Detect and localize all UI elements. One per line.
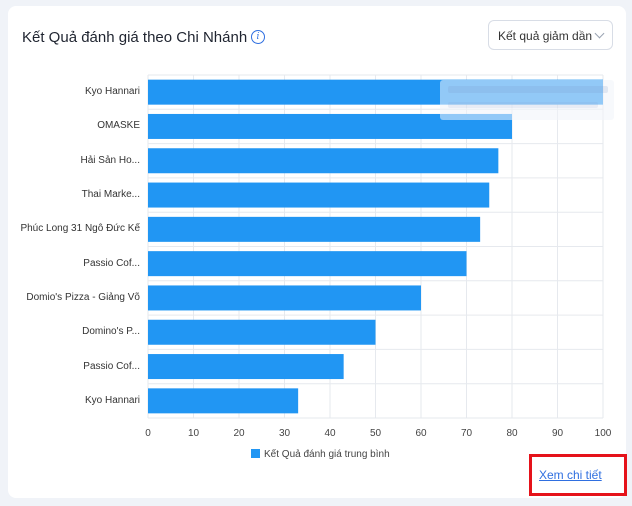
tooltip-line: [448, 102, 598, 108]
x-tick-label: 40: [324, 428, 336, 439]
x-tick-label: 50: [369, 428, 382, 439]
bar[interactable]: [148, 182, 490, 208]
x-tick-label: 60: [415, 428, 427, 439]
bar[interactable]: [148, 285, 421, 311]
y-tick-label: Hải Sản Ho...: [80, 154, 140, 166]
y-tick-label: Kyo Hannari: [84, 394, 140, 406]
legend-label: Kết Quả đánh giá trung bình: [264, 449, 390, 460]
y-tick-label: Thai Marke...: [81, 189, 140, 201]
y-tick-label: Kyo Hannari: [84, 86, 140, 98]
bar[interactable]: [148, 251, 467, 277]
y-tick-label: Domio's Pizza - Giảng Võ: [26, 291, 140, 303]
bar[interactable]: [148, 388, 299, 414]
bar[interactable]: [148, 354, 344, 380]
tooltip-line: [448, 86, 608, 93]
bar[interactable]: [148, 319, 376, 345]
chart-tooltip: [440, 80, 614, 120]
legend-swatch: [251, 449, 260, 458]
x-tick-label: 20: [233, 428, 245, 439]
x-tick-label: 0: [145, 428, 151, 439]
bar-chart: [147, 74, 604, 419]
bar[interactable]: [148, 216, 481, 242]
chart-legend[interactable]: Kết Quả đánh giá trung bình: [251, 449, 390, 460]
y-tick-label: Passio Cof...: [83, 257, 140, 269]
view-details-link[interactable]: Xem chi tiết: [539, 468, 602, 482]
x-tick-label: 30: [278, 428, 291, 439]
y-tick-label: Domino's P...: [82, 326, 140, 338]
y-tick-label: Phúc Long 31 Ngô Đức Kế: [20, 223, 140, 235]
x-tick-label: 10: [187, 428, 200, 439]
x-tick-label: 70: [460, 428, 473, 439]
bar[interactable]: [148, 148, 499, 174]
y-tick-label: Passio Cof...: [83, 360, 140, 372]
x-tick-label: 90: [551, 428, 564, 439]
x-tick-label: 100: [594, 428, 612, 439]
y-tick-label: OMASKE: [97, 120, 140, 132]
x-tick-label: 80: [506, 428, 518, 439]
